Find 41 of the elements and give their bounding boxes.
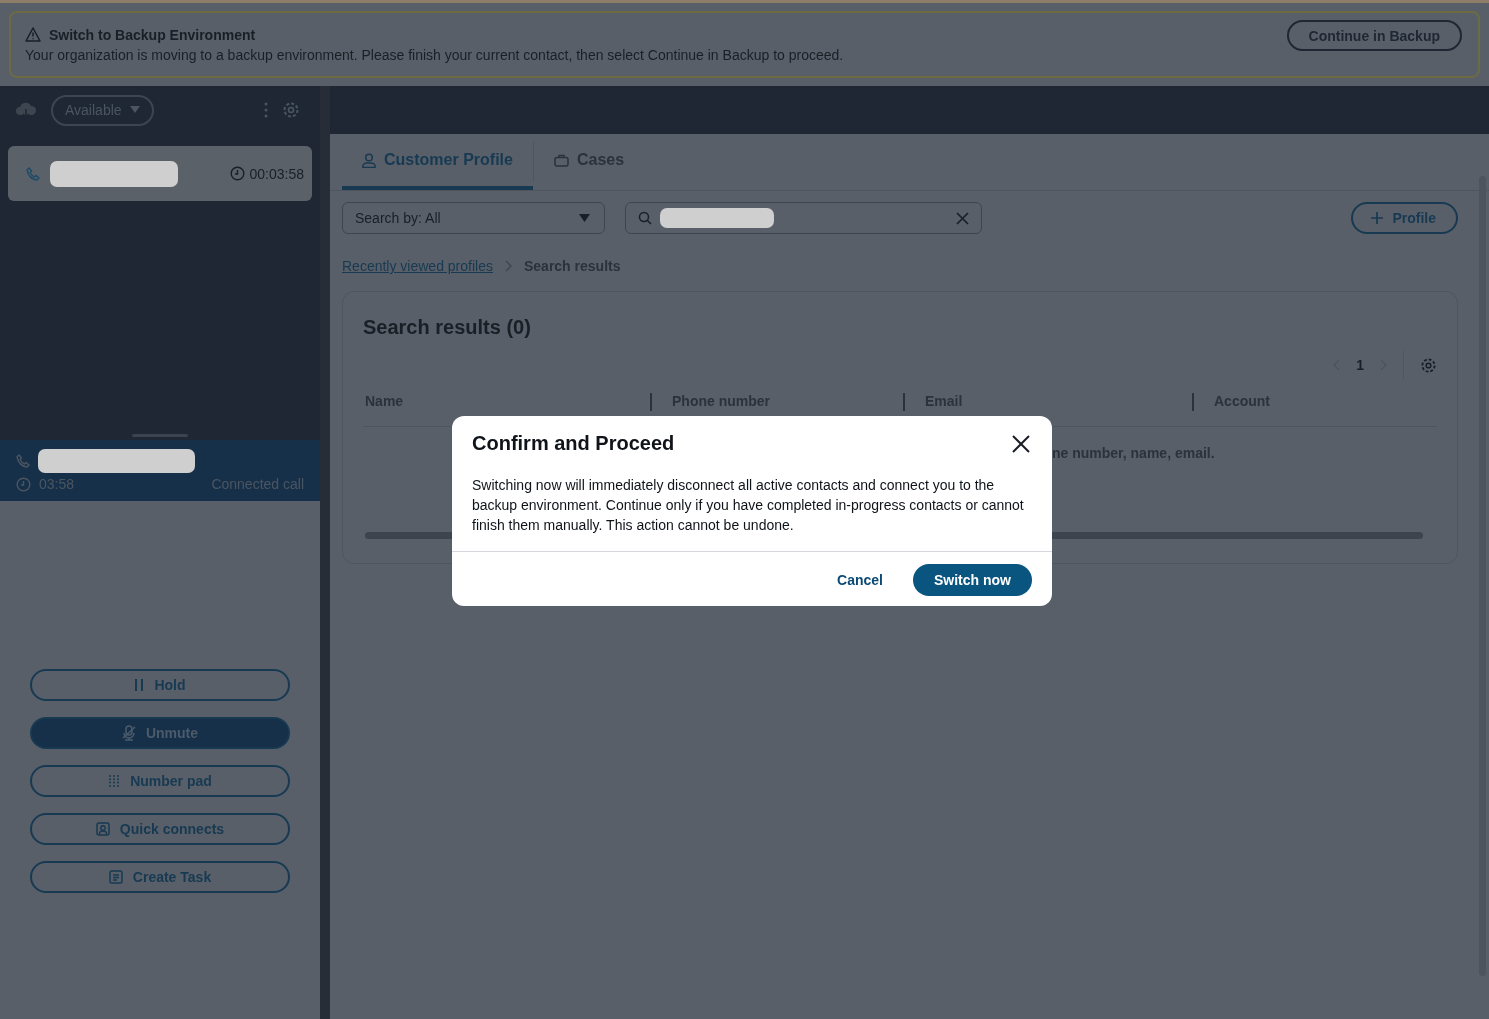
settings-icon[interactable] bbox=[282, 101, 300, 119]
phone-icon bbox=[16, 454, 30, 468]
more-icon[interactable] bbox=[264, 102, 268, 118]
breadcrumb-link[interactable]: Recently viewed profiles bbox=[342, 258, 493, 274]
caret-icon bbox=[579, 214, 590, 222]
cancel-button[interactable]: Cancel bbox=[825, 566, 895, 594]
contact-timer: 00:03:58 bbox=[249, 165, 304, 182]
search-field[interactable] bbox=[625, 202, 982, 234]
switch-now-button[interactable]: Switch now bbox=[913, 564, 1032, 596]
call-control-button[interactable]: Hold bbox=[30, 669, 290, 701]
banner-title: Switch to Backup Environment bbox=[49, 26, 256, 43]
close-icon[interactable] bbox=[1012, 434, 1030, 453]
dialog-message: Switching now will immediately disconnect all active contacts and connect you to the backup environment. Continue only if you have completed in-progress contacts or cannot finish them manually. This action cannot be undone. bbox=[452, 475, 1052, 552]
person-icon bbox=[362, 152, 376, 168]
search-icon bbox=[638, 211, 652, 225]
add-profile-button[interactable]: Profile bbox=[1351, 202, 1458, 234]
call-control-button[interactable]: Number pad bbox=[30, 765, 290, 797]
muted-microphone-icon bbox=[121, 725, 136, 741]
clock-icon bbox=[229, 166, 245, 181]
call-control-button[interactable]: Quick connects bbox=[30, 813, 290, 845]
page-number[interactable]: 1 bbox=[1356, 357, 1364, 373]
continue-in-backup-button[interactable]: Continue in Backup bbox=[1286, 20, 1462, 51]
banner-message: Your organization is moving to a backup environment. Please finish your current contact, then select Continue in Backup to proceed. bbox=[25, 46, 844, 63]
dialog-title: Confirm and Proceed bbox=[472, 432, 675, 455]
results-title: Search results (0) bbox=[363, 316, 532, 339]
caret-icon bbox=[129, 106, 140, 114]
warning-icon bbox=[25, 27, 41, 42]
keypad-icon bbox=[108, 774, 121, 788]
search-by-dropdown[interactable]: Search by: All bbox=[342, 202, 605, 234]
clock-icon bbox=[16, 476, 31, 492]
tab[interactable]: Customer Profile bbox=[342, 134, 533, 190]
briefcase-icon bbox=[553, 153, 569, 167]
call-control-button[interactable]: Create Task bbox=[30, 861, 290, 893]
phone-icon bbox=[26, 166, 40, 181]
pause-icon bbox=[134, 679, 145, 691]
plus-icon bbox=[1371, 212, 1384, 224]
contact-card[interactable]: 00:03:58 bbox=[8, 146, 312, 201]
settings-icon[interactable] bbox=[1420, 356, 1437, 374]
chevron-right-icon bbox=[504, 260, 512, 272]
document-icon bbox=[108, 870, 123, 884]
contact-card-icon bbox=[95, 822, 110, 836]
